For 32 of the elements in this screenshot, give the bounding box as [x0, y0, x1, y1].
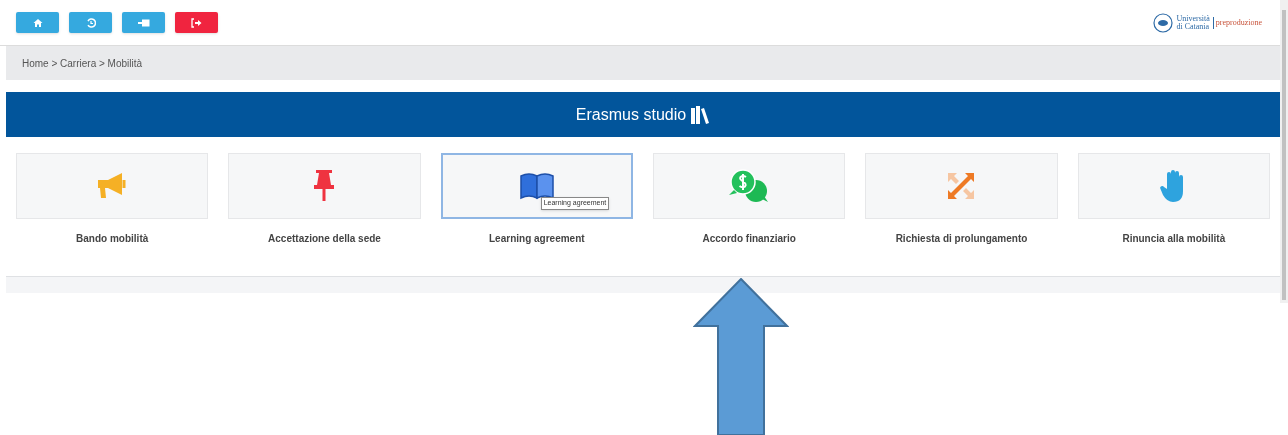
environment-label: preproduzione — [1212, 16, 1262, 29]
books-icon — [690, 105, 711, 124]
expand-arrows-icon — [946, 171, 977, 201]
tile-label: Rinuncia alla mobilità — [1122, 232, 1226, 246]
menu-tile[interactable] — [653, 153, 846, 219]
history-button[interactable] — [69, 12, 112, 33]
menu-tile[interactable] — [865, 153, 1058, 219]
scrollbar-thumb[interactable] — [1282, 10, 1286, 300]
home-button[interactable] — [16, 12, 59, 33]
university-name: di Catania — [1176, 22, 1210, 31]
menu-tile[interactable] — [228, 153, 421, 219]
megaphone-icon — [96, 171, 129, 201]
breadcrumb: Home > Carriera > Mobilità — [22, 56, 143, 71]
university-logo-icon — [1153, 12, 1174, 33]
home-icon — [32, 17, 43, 28]
university-name: Università — [1176, 14, 1210, 23]
logout-icon — [191, 17, 202, 28]
id-card-icon — [137, 17, 150, 28]
money-chat-icon — [728, 169, 771, 203]
id-card-button[interactable] — [122, 12, 165, 33]
history-icon — [85, 17, 96, 28]
tile-label: Bando mobilità — [76, 232, 149, 246]
pushpin-icon — [313, 169, 336, 203]
tile-label: Accordo finanziario — [702, 232, 796, 246]
open-book-icon — [518, 172, 555, 200]
menu-tile[interactable] — [1077, 153, 1270, 219]
section-title: Erasmus studio — [575, 104, 687, 125]
tile-label: Accettazione della sede — [268, 232, 381, 246]
tile-label: Richiesta di prolungamento — [895, 232, 1028, 246]
tile-label: Learning agreement — [489, 232, 585, 246]
logout-button[interactable] — [175, 12, 218, 33]
menu-tile[interactable] — [16, 153, 209, 219]
